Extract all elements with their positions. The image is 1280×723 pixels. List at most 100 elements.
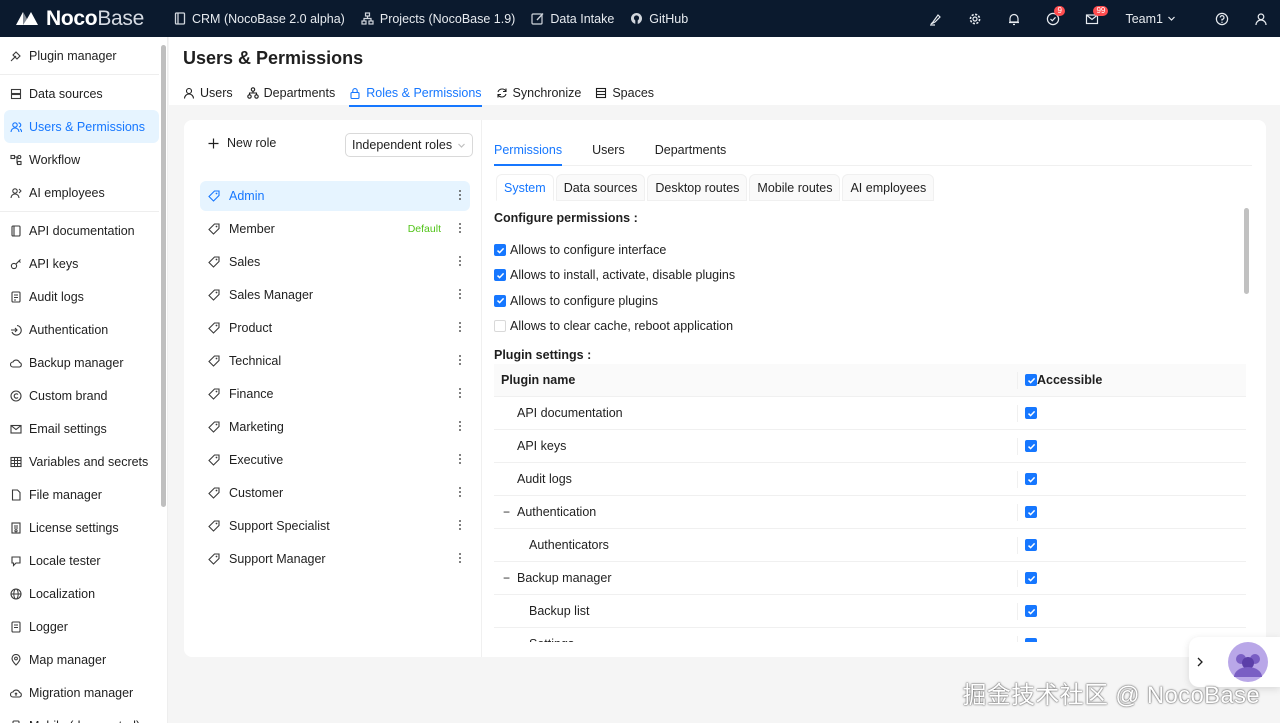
permission-checkbox[interactable] bbox=[494, 319, 506, 332]
role-item-support-specialist[interactable]: Support Specialist bbox=[200, 511, 470, 541]
permission-checkbox[interactable] bbox=[494, 244, 506, 256]
accessible-checkbox[interactable] bbox=[1025, 440, 1037, 452]
sidebar-item-migration-manager[interactable]: Migration manager bbox=[0, 676, 167, 709]
help-button[interactable] bbox=[1202, 0, 1241, 37]
sidebar-item-backup-manager[interactable]: Backup manager bbox=[0, 346, 167, 379]
tab-roles-permissions[interactable]: Roles & Permissions bbox=[349, 81, 482, 107]
departments-icon bbox=[246, 87, 259, 99]
expand-toggle[interactable]: − bbox=[503, 505, 511, 519]
sidebar-item-workflow[interactable]: Workflow bbox=[0, 143, 167, 176]
sidebar-item-custom-brand[interactable]: Custom brand bbox=[0, 379, 167, 412]
role-item-sales-manager[interactable]: Sales Manager bbox=[200, 280, 470, 310]
role-item-technical[interactable]: Technical bbox=[200, 346, 470, 376]
tab-permissions[interactable]: Permissions bbox=[494, 134, 563, 166]
more-vertical-icon[interactable] bbox=[458, 255, 462, 267]
nav-data-intake[interactable]: Data Intake bbox=[531, 12, 614, 26]
nav-github[interactable]: GitHub bbox=[630, 12, 688, 26]
sidebar-item-users-permissions[interactable]: Users & Permissions bbox=[4, 110, 159, 143]
accessible-all-checkbox[interactable] bbox=[1025, 374, 1037, 386]
sidebar-item-email-settings[interactable]: Email settings bbox=[0, 412, 167, 445]
sidebar-item-label: Workflow bbox=[29, 152, 81, 167]
sidebar-item-api-documentation[interactable]: API documentation bbox=[0, 214, 167, 247]
role-item-support-manager[interactable]: Support Manager bbox=[200, 544, 470, 574]
sidebar-item-mobile-deprecated[interactable]: Mobile (deprecated) bbox=[0, 709, 167, 723]
sidebar-item-authentication[interactable]: Authentication bbox=[0, 313, 167, 346]
role-item-product[interactable]: Product bbox=[200, 313, 470, 343]
sidebar-item-license-settings[interactable]: License settings bbox=[0, 511, 167, 544]
permission-checkbox[interactable] bbox=[494, 294, 506, 307]
tab-role-users[interactable]: Users bbox=[592, 134, 625, 165]
role-item-customer[interactable]: Customer bbox=[200, 478, 470, 508]
more-vertical-icon[interactable] bbox=[458, 552, 462, 564]
permission-option[interactable]: Allows to clear cache, reboot applicatio… bbox=[494, 319, 733, 333]
permission-option[interactable]: Allows to install, activate, disable plu… bbox=[494, 268, 735, 282]
tab-spaces[interactable]: Spaces bbox=[595, 81, 654, 105]
tab-departments[interactable]: Departments bbox=[246, 81, 335, 105]
sidebar-item-map-manager[interactable]: Map manager bbox=[0, 643, 167, 676]
plug-icon bbox=[10, 50, 21, 61]
sidebar-item-logger[interactable]: Logger bbox=[0, 610, 167, 643]
user-menu-button[interactable] bbox=[1241, 0, 1280, 37]
mail-button[interactable]: 99 bbox=[1072, 0, 1111, 37]
sidebar-scrollbar[interactable] bbox=[161, 45, 166, 507]
subtab-data-sources[interactable]: Data sources bbox=[555, 174, 646, 201]
logo[interactable]: NocoBase bbox=[0, 7, 168, 31]
col-plugin-name: Plugin name bbox=[501, 373, 576, 387]
highlighter-icon bbox=[929, 13, 941, 26]
more-vertical-icon[interactable] bbox=[458, 453, 462, 465]
more-vertical-icon[interactable] bbox=[458, 486, 462, 498]
new-role-button[interactable]: New role bbox=[208, 136, 276, 150]
team-switcher[interactable]: Team1 bbox=[1111, 12, 1202, 26]
tab-synchronize[interactable]: Synchronize bbox=[496, 81, 581, 105]
accessible-checkbox[interactable] bbox=[1025, 506, 1037, 518]
more-vertical-icon[interactable] bbox=[458, 387, 462, 399]
sidebar-item-audit-logs[interactable]: Audit logs bbox=[0, 280, 167, 313]
settings-button[interactable] bbox=[955, 0, 994, 37]
permission-option[interactable]: Allows to configure plugins bbox=[494, 294, 658, 308]
subtab-system[interactable]: System bbox=[496, 174, 554, 201]
sidebar-item-variables-and-secrets[interactable]: Variables and secrets bbox=[0, 445, 167, 478]
role-mode-select[interactable]: Independent roles bbox=[345, 133, 473, 157]
sidebar-item-file-manager[interactable]: File manager bbox=[0, 478, 167, 511]
nav-projects[interactable]: Projects (NocoBase 1.9) bbox=[361, 12, 515, 26]
sidebar-item-plugin-manager[interactable]: Plugin manager bbox=[0, 39, 167, 72]
sidebar-item-ai-employees[interactable]: AI employees bbox=[0, 176, 167, 209]
role-item-finance[interactable]: Finance bbox=[200, 379, 470, 409]
tab-users[interactable]: Users bbox=[183, 81, 233, 105]
more-vertical-icon[interactable] bbox=[458, 189, 462, 201]
subtab-ai-employees[interactable]: AI employees bbox=[842, 174, 935, 201]
accessible-checkbox[interactable] bbox=[1025, 473, 1037, 485]
role-item-member[interactable]: Member Default bbox=[200, 214, 470, 244]
accessible-checkbox[interactable] bbox=[1025, 638, 1037, 642]
theme-button[interactable] bbox=[916, 0, 955, 37]
table-row: − Authentication bbox=[494, 496, 1246, 529]
permission-option[interactable]: Allows to configure interface bbox=[494, 243, 666, 257]
tab-role-departments[interactable]: Departments bbox=[655, 134, 727, 165]
nav-crm[interactable]: CRM (NocoBase 2.0 alpha) bbox=[174, 12, 345, 26]
tasks-button[interactable]: 9 bbox=[1033, 0, 1072, 37]
more-vertical-icon[interactable] bbox=[458, 420, 462, 432]
role-item-sales[interactable]: Sales bbox=[200, 247, 470, 277]
permission-checkbox[interactable] bbox=[494, 269, 506, 282]
role-item-marketing[interactable]: Marketing bbox=[200, 412, 470, 442]
more-vertical-icon[interactable] bbox=[458, 519, 462, 531]
sidebar-item-data-sources[interactable]: Data sources bbox=[0, 77, 167, 110]
more-vertical-icon[interactable] bbox=[458, 354, 462, 366]
role-item-executive[interactable]: Executive bbox=[200, 445, 470, 475]
accessible-checkbox[interactable] bbox=[1025, 539, 1037, 551]
notifications-button[interactable] bbox=[994, 0, 1033, 37]
sidebar-item-locale-tester[interactable]: Locale tester bbox=[0, 544, 167, 577]
more-vertical-icon[interactable] bbox=[458, 321, 462, 333]
sidebar-item-localization[interactable]: Localization bbox=[0, 577, 167, 610]
more-vertical-icon[interactable] bbox=[458, 222, 462, 234]
content-scrollbar[interactable] bbox=[1244, 208, 1249, 294]
more-vertical-icon[interactable] bbox=[458, 288, 462, 300]
expand-toggle[interactable]: − bbox=[503, 571, 511, 585]
accessible-checkbox[interactable] bbox=[1025, 605, 1037, 617]
sidebar-item-api-keys[interactable]: API keys bbox=[0, 247, 167, 280]
accessible-checkbox[interactable] bbox=[1025, 407, 1037, 419]
accessible-checkbox[interactable] bbox=[1025, 572, 1037, 584]
role-item-admin[interactable]: Admin bbox=[200, 181, 470, 211]
subtab-desktop-routes[interactable]: Desktop routes bbox=[647, 174, 748, 201]
subtab-mobile-routes[interactable]: Mobile routes bbox=[749, 174, 841, 201]
